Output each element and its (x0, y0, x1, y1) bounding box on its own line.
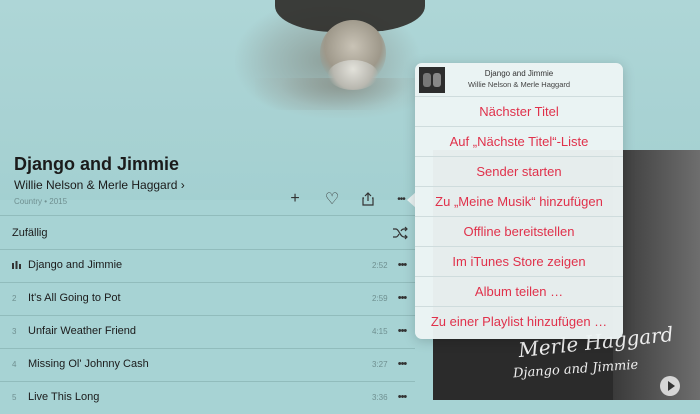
menu-item-show-in-itunes-store[interactable]: Im iTunes Store zeigen (415, 246, 623, 277)
track-row[interactable]: 3 Unfair Weather Friend 4:15 ••• (0, 315, 415, 348)
track-row[interactable]: 4 Missing Ol' Johnny Cash 3:27 ••• (0, 348, 415, 381)
track-title: Missing Ol' Johnny Cash (28, 358, 149, 370)
album-meta: Country • 2015 (14, 197, 68, 206)
track-duration: 3:27 (372, 360, 388, 369)
track-number: 5 (12, 393, 17, 402)
track-more-icon[interactable]: ••• (393, 355, 411, 373)
share-icon[interactable] (358, 189, 378, 209)
artist-link[interactable]: Willie Nelson & Merle Haggard › (14, 178, 185, 192)
track-row[interactable]: Django and Jimmie 2:52 ••• (0, 249, 415, 282)
artist-photo-beard (328, 60, 378, 90)
track-row[interactable]: 2 It's All Going to Pot 2:59 ••• (0, 282, 415, 315)
track-number: 2 (12, 294, 17, 303)
menu-artist: Willie Nelson & Merle Haggard (467, 80, 571, 89)
track-more-icon[interactable]: ••• (393, 322, 411, 340)
menu-item-start-station[interactable]: Sender starten (415, 156, 623, 187)
chevron-right-icon: › (180, 178, 185, 192)
menu-item-add-to-playlist[interactable]: Zu einer Playlist hinzufügen … (415, 306, 623, 337)
shuffle-icon[interactable] (392, 225, 408, 241)
menu-song-title: Django and Jimmie (484, 69, 554, 78)
menu-item-play-next[interactable]: Nächster Titel (415, 96, 623, 127)
shuffle-row[interactable]: Zufällig (0, 215, 415, 250)
track-title: It's All Going to Pot (28, 292, 121, 304)
playing-indicator-icon (12, 261, 22, 271)
play-icon[interactable] (660, 376, 680, 396)
menu-header: Django and Jimmie Willie Nelson & Merle … (415, 63, 623, 97)
menu-item-share-album[interactable]: Album teilen … (415, 276, 623, 307)
track-title: Live This Long (28, 391, 100, 403)
album-title: Django and Jimmie (14, 154, 180, 174)
track-number: 3 (12, 327, 17, 336)
track-duration: 3:36 (372, 393, 388, 402)
track-title: Unfair Weather Friend (28, 325, 137, 337)
menu-item-add-to-up-next[interactable]: Auf „Nächste Titel“-Liste (415, 126, 623, 157)
track-more-icon[interactable]: ••• (393, 388, 411, 406)
track-duration: 4:15 (372, 327, 388, 336)
track-number: 4 (12, 360, 17, 369)
heart-icon[interactable]: ♡ (322, 189, 342, 209)
menu-item-add-to-my-music[interactable]: Zu „Meine Musik“ hinzufügen (415, 186, 623, 217)
artist-name[interactable]: Willie Nelson & Merle Haggard (14, 178, 177, 192)
menu-item-make-available-offline[interactable]: Offline bereitstellen (415, 216, 623, 247)
shuffle-label: Zufällig (12, 227, 48, 239)
add-icon[interactable]: + (285, 189, 305, 209)
album-actions: + ♡ ••• (285, 189, 415, 209)
track-more-icon[interactable]: ••• (393, 289, 411, 307)
track-title: Django and Jimmie (28, 259, 123, 271)
track-duration: 2:52 (372, 261, 388, 270)
track-more-icon[interactable]: ••• (393, 256, 411, 274)
track-duration: 2:59 (372, 294, 388, 303)
context-menu: Django and Jimmie Willie Nelson & Merle … (415, 63, 623, 339)
track-row[interactable]: 5 Live This Long 3:36 ••• (0, 381, 415, 414)
